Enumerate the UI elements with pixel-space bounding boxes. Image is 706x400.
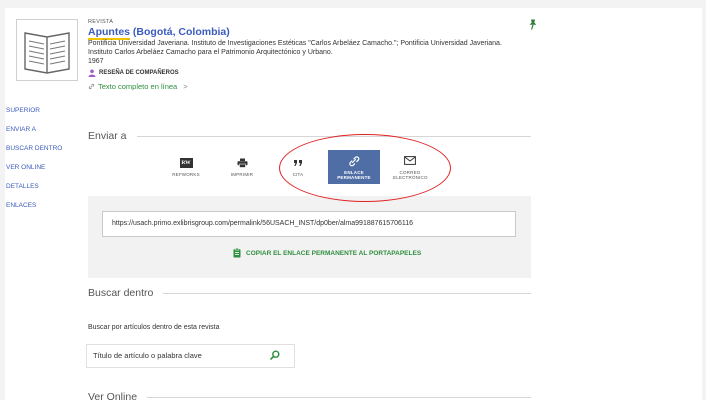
sidebar-item-buscar-dentro[interactable]: BUSCAR DENTRO [3, 139, 83, 158]
divider [136, 135, 531, 137]
record-details: REVISTA Apuntes (Bogotá, Colombia) Ponti… [88, 19, 508, 91]
search-inside-title: Buscar dentro [88, 287, 154, 299]
copy-permalink-button[interactable]: COPIAR EL ENLACE PERMANENTE AL PORTAPAPE… [233, 248, 421, 258]
record-publisher: Pontificia Universidad Javeriana. Instit… [88, 40, 502, 56]
peer-review-badge: RESEÑA DE COMPAÑEROS [88, 69, 508, 77]
citation-button[interactable]: CITA [272, 150, 324, 184]
peer-review-label: RESEÑA DE COMPAÑEROS [99, 70, 179, 76]
link-icon [88, 83, 95, 90]
print-label: IMPRIMIR [230, 172, 254, 177]
copy-permalink-label: COPIAR EL ENLACE PERMANENTE AL PORTAPAPE… [246, 249, 422, 257]
refworks-label: REFWORKS [172, 172, 200, 177]
permalink-url-field[interactable]: https://usach.primo.exlibrisgroup.com/pe… [102, 211, 516, 237]
sidebar-item-superior[interactable]: SUPERIOR [3, 101, 83, 120]
send-to-actions: RW REFWORKS IMPRIMIR CITA ENLACE PERMANE… [160, 150, 440, 184]
view-online-title: Ver Online [88, 391, 138, 400]
record-title[interactable]: Apuntes (Bogotá, Colombia) [88, 26, 508, 40]
section-nav: SUPERIOR ENVIAR A BUSCAR DENTRO VER ONLI… [3, 101, 83, 215]
email-button[interactable]: CORREO ELECTRÓNICO [384, 150, 436, 184]
full-text-label: Texto completo en línea [98, 82, 178, 91]
record-title-highlight: Apuntes [88, 26, 130, 40]
send-to-title: Enviar a [88, 130, 127, 142]
email-label: CORREO ELECTRÓNICO [393, 169, 428, 180]
search-inside-header: Buscar dentro [88, 287, 531, 299]
printer-icon [237, 158, 247, 168]
refworks-icon: RW [179, 158, 193, 168]
clipboard-icon [233, 248, 241, 258]
permalink-panel: https://usach.primo.exlibrisgroup.com/pe… [88, 196, 531, 278]
send-to-header: Enviar a [88, 130, 531, 142]
sidebar-item-enviar-a[interactable]: ENVIAR A [3, 120, 83, 139]
mail-icon [404, 156, 416, 165]
record-title-rest: (Bogotá, Colombia) [130, 26, 230, 38]
chevron-right-icon: > [183, 82, 188, 91]
divider [163, 292, 531, 294]
permalink-label: ENLACE PERMANENTE [337, 169, 371, 180]
search-icon[interactable] [270, 350, 280, 360]
search-inside-placeholder: Título de artículo o palabra clave [93, 351, 202, 360]
refworks-button[interactable]: RW REFWORKS [160, 150, 212, 184]
record-type: REVISTA [88, 19, 114, 25]
permalink-button[interactable]: ENLACE PERMANENTE [328, 150, 380, 184]
sidebar-item-ver-online[interactable]: VER ONLINE [3, 158, 83, 177]
sidebar-item-enlaces[interactable]: ENLACES [3, 196, 83, 215]
search-inside-input[interactable]: Título de artículo o palabra clave [86, 344, 295, 368]
record-year: 1967 [88, 58, 104, 65]
divider [147, 396, 531, 398]
print-button[interactable]: IMPRIMIR [216, 150, 268, 184]
link-icon [349, 155, 360, 166]
quote-icon [294, 160, 302, 166]
sidebar-item-detalles[interactable]: DETALLES [3, 177, 83, 196]
citation-label: CITA [292, 172, 304, 177]
view-online-header: Ver Online [88, 391, 531, 400]
peer-review-icon [88, 69, 96, 77]
search-inside-description: Buscar por artículos dentro de esta revi… [88, 324, 220, 331]
pin-icon[interactable] [529, 19, 537, 30]
full-text-online-link[interactable]: Texto completo en línea > [88, 82, 508, 91]
book-thumbnail-icon [16, 19, 78, 81]
